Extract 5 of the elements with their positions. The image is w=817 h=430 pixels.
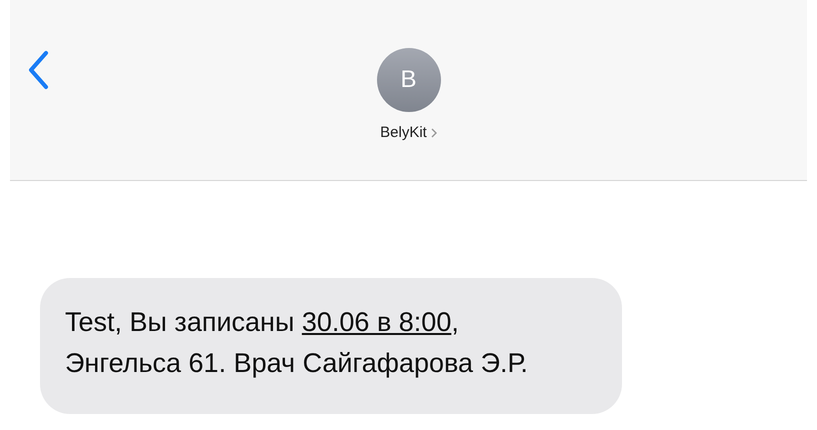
date-link[interactable]: 30.06 в 8:00 — [302, 307, 452, 337]
chevron-right-icon — [430, 128, 437, 138]
back-chevron-icon — [27, 50, 49, 90]
contact-name-button[interactable]: BelyKit — [380, 122, 437, 144]
message-text: Test, Вы записаны 30.06 в 8:00, Энгельса 61. Врач Сайгафарова Э.Р. — [65, 306, 529, 380]
